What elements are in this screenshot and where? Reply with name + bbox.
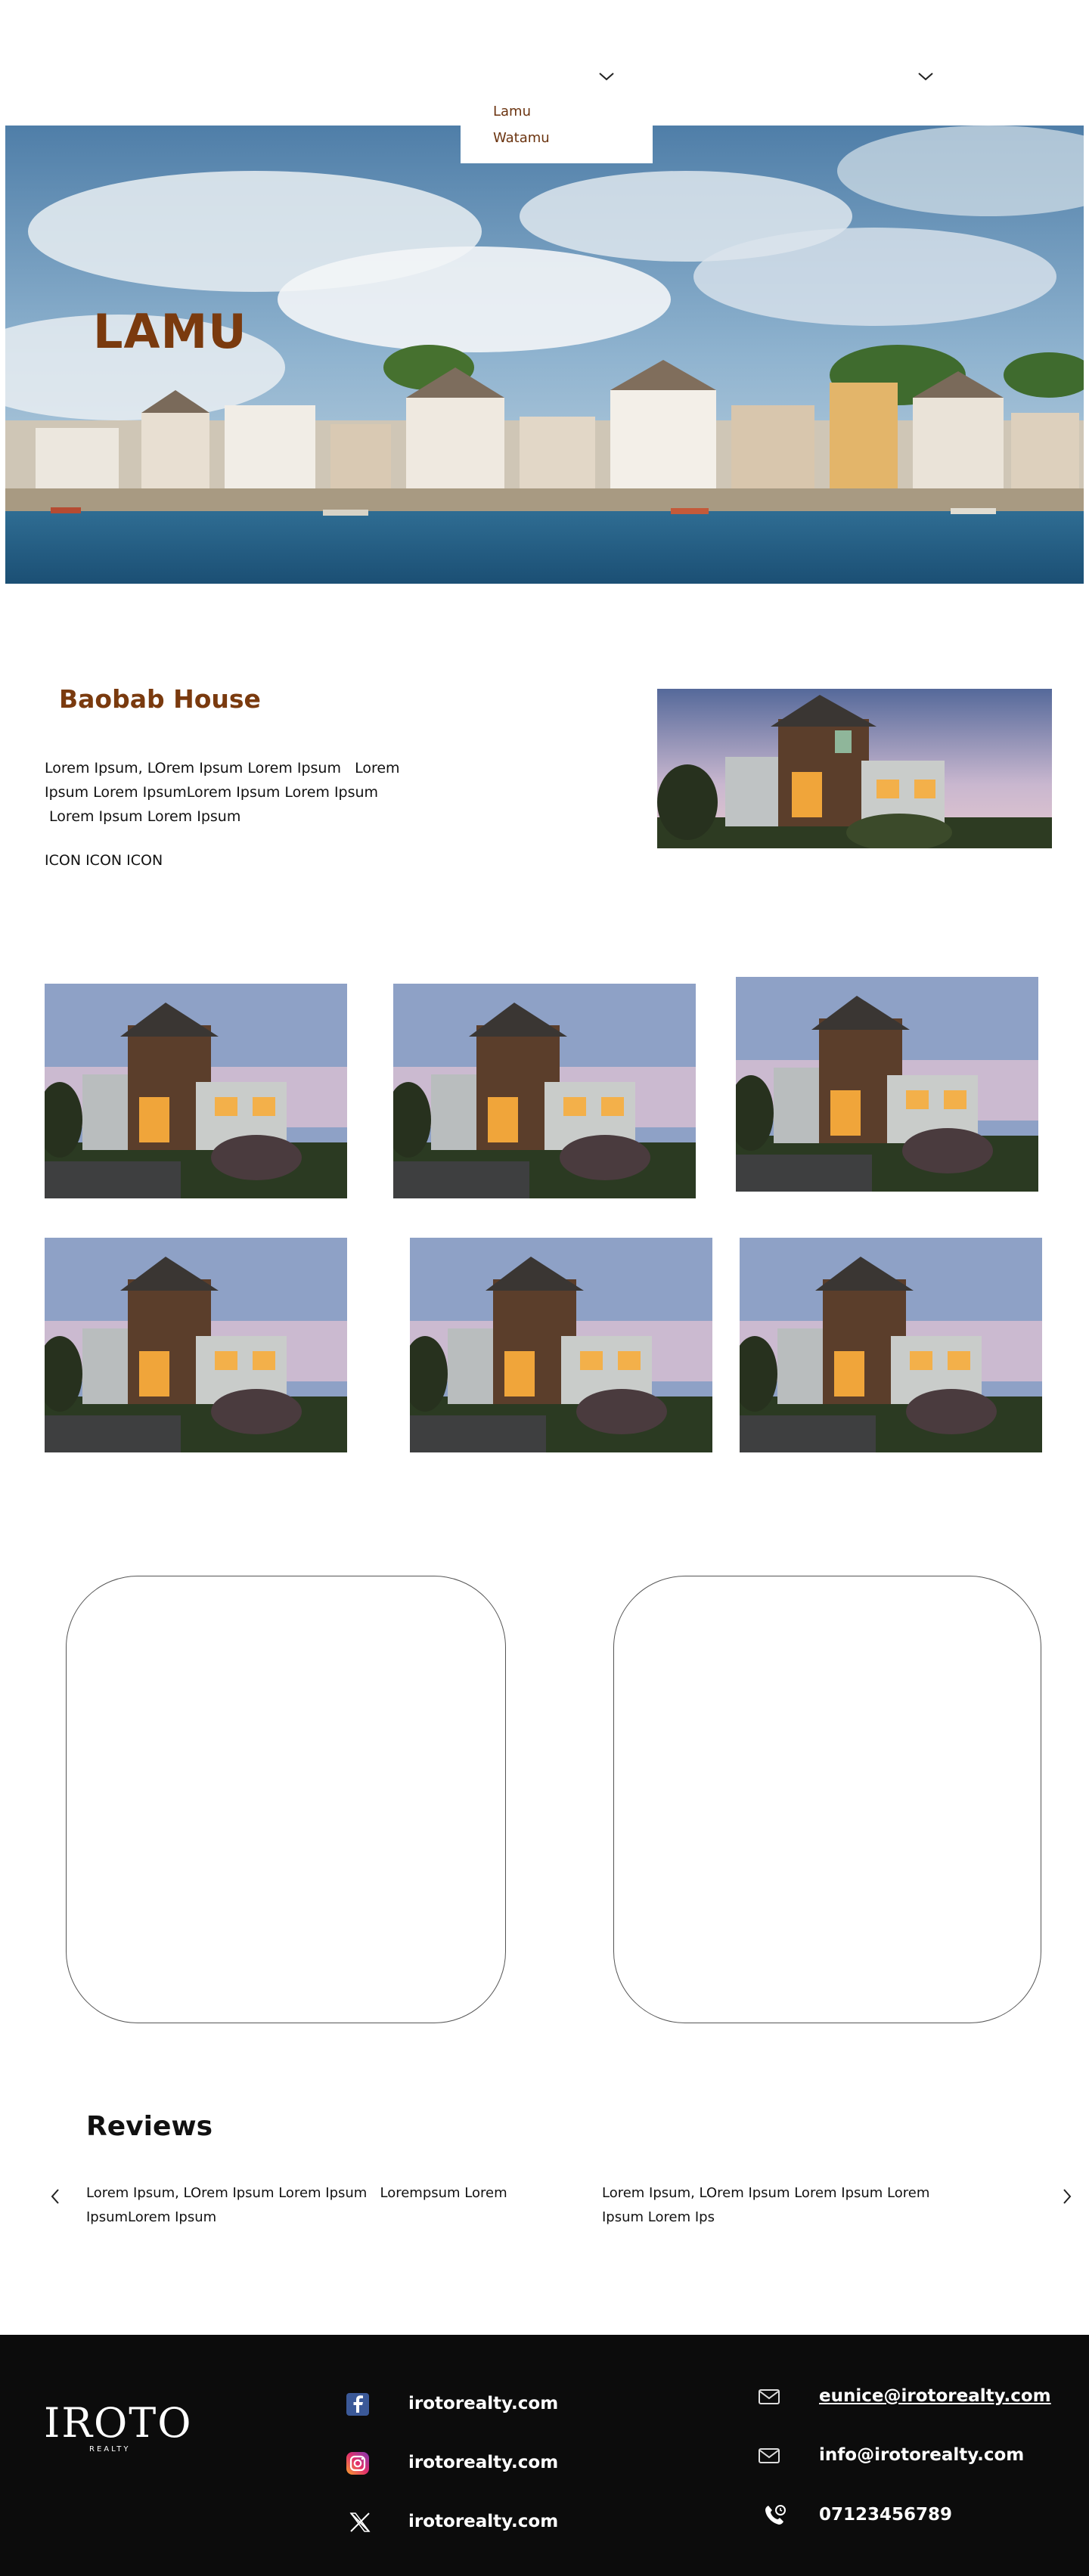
x-twitter-icon[interactable] — [347, 2509, 373, 2535]
page: Lamu Watamu LAMU Baobab House Lorem Ipsu… — [0, 0, 1089, 2576]
facebook-icon[interactable] — [345, 2392, 371, 2417]
review-text: Lorem Ipsum, LOrem Ipsum Lorem Ipsum Lor… — [602, 2181, 995, 2230]
property-title: Baobab House — [59, 684, 261, 714]
nav-dropdown-chevron-icon[interactable] — [597, 70, 616, 83]
x-twitter-link[interactable]: irotorealty.com — [408, 2512, 558, 2531]
phone-icon — [762, 2503, 788, 2528]
review-text: Lorem Ipsum, LOrem Ipsum Lorem Ipsum Lor… — [86, 2181, 570, 2230]
gallery-photo[interactable] — [393, 984, 696, 1198]
hero-title: LAMU — [93, 304, 247, 359]
phone-number[interactable]: 07123456789 — [819, 2505, 952, 2525]
contact-card — [613, 1576, 1041, 2023]
logo-text: IROTO — [44, 2399, 193, 2447]
gallery-photo[interactable] — [410, 1238, 712, 1452]
iroto-realty-logo[interactable]: IROTO REALTY — [44, 2403, 193, 2454]
reviews-prev-arrow-icon[interactable] — [47, 2186, 64, 2207]
instagram-link[interactable]: irotorealty.com — [408, 2453, 558, 2472]
email-link-eunice[interactable]: eunice@irotorealty.com — [819, 2386, 1051, 2406]
reviews-next-arrow-icon[interactable] — [1059, 2186, 1075, 2207]
facebook-link[interactable]: irotorealty.com — [408, 2394, 558, 2413]
footer: IROTO REALTY irotorealty.com irotorealty… — [0, 2335, 1089, 2576]
gallery-photo[interactable] — [740, 1238, 1042, 1452]
review-text-body: Lorem Ipsum, LOrem Ipsum Lorem Ipsum Lor… — [86, 2185, 507, 2225]
hero-banner-image: LAMU — [5, 126, 1084, 584]
gallery-photo[interactable] — [736, 977, 1038, 1192]
dropdown-item-lamu[interactable]: Lamu — [493, 98, 653, 125]
property-icons-placeholder: ICON ICON ICON — [45, 852, 163, 869]
mail-icon — [756, 2384, 782, 2410]
review-text-body: Lorem Ipsum, LOrem Ipsum Lorem Ipsum Lor… — [602, 2185, 930, 2225]
reviews-title: Reviews — [86, 2111, 213, 2142]
nav-dropdown-chevron-icon[interactable] — [917, 70, 935, 83]
property-description: Lorem Ipsum, LOrem Ipsum Lorem Ipsum Lor… — [45, 760, 400, 825]
property-feature-photo[interactable] — [657, 689, 1052, 848]
gallery-photo[interactable] — [45, 984, 347, 1198]
mail-icon — [756, 2443, 782, 2469]
location-dropdown-menu: Lamu Watamu — [461, 91, 653, 163]
email-link-info[interactable]: info@irotorealty.com — [819, 2445, 1024, 2465]
dropdown-item-watamu[interactable]: Watamu — [493, 125, 653, 151]
map-card — [66, 1576, 506, 2023]
gallery-photo[interactable] — [45, 1238, 347, 1452]
instagram-icon[interactable] — [345, 2450, 371, 2476]
